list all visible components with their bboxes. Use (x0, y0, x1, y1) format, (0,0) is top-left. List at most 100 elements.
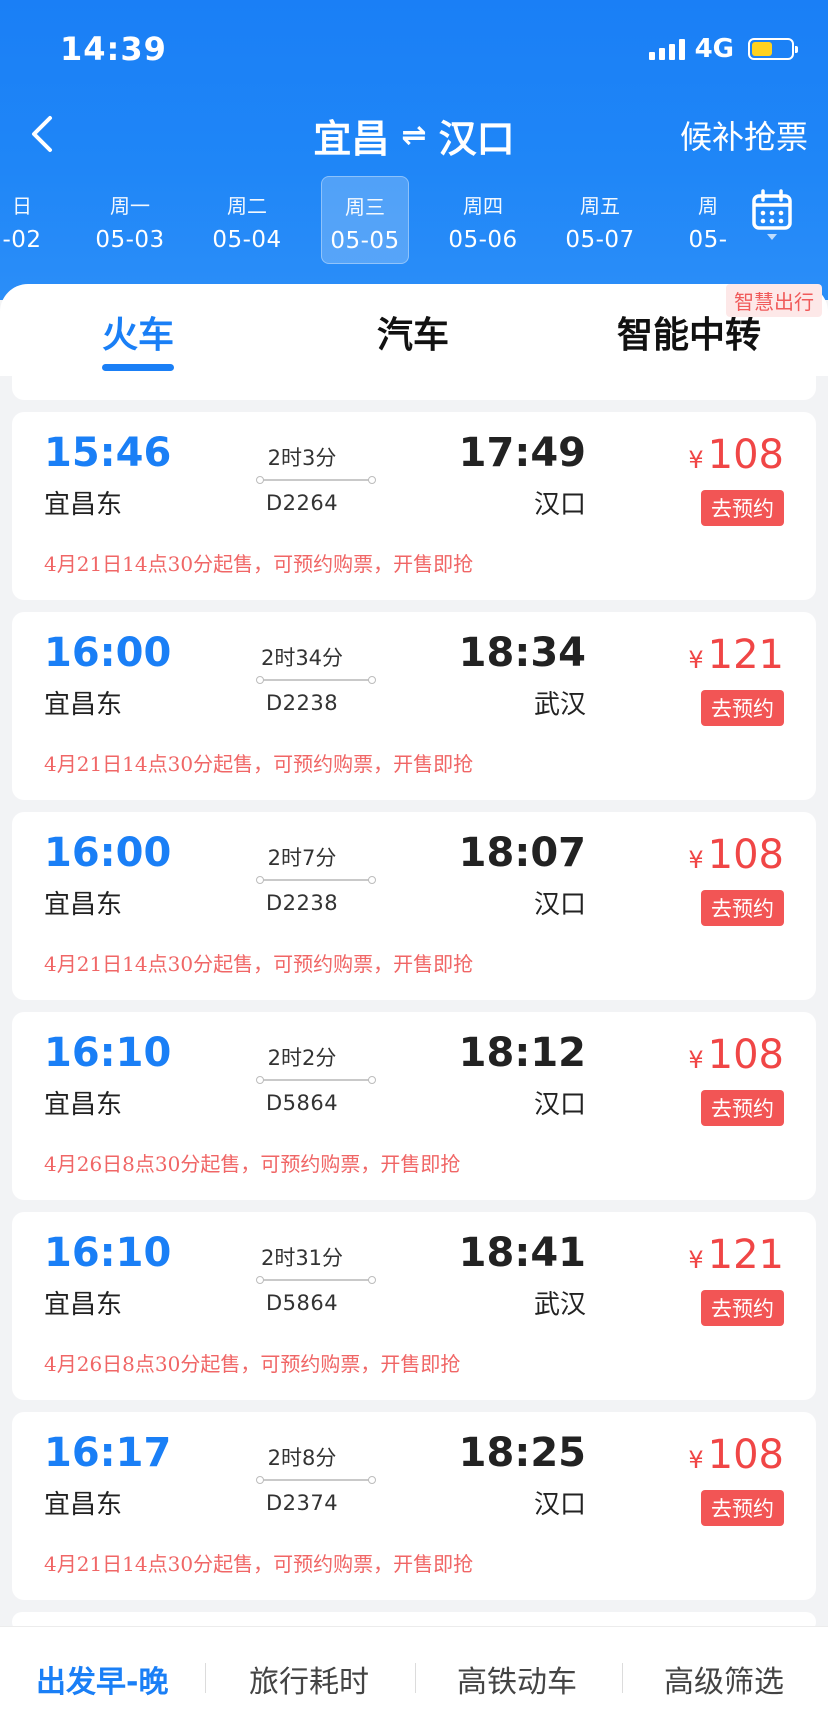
sort-duration-button[interactable]: 旅行耗时 (249, 1657, 369, 1701)
sort-departure-button[interactable]: 出发早-晚 (36, 1657, 168, 1701)
route-line (256, 1476, 376, 1484)
destination-city: 汉口 (438, 117, 515, 161)
train-card[interactable]: 16:10 宜昌东 2时31分 D5864 18:41 武汉 ¥ 121 去预约… (12, 1212, 816, 1400)
reserve-button[interactable]: 去预约 (701, 890, 784, 926)
train-card[interactable]: 16:00 宜昌东 2时7分 D2238 18:07 汉口 ¥ 108 去预约 … (12, 812, 816, 1000)
date-weekday: 周 (698, 194, 718, 218)
date-weekday: 周二 (227, 194, 267, 218)
nav-bar: 宜昌 ⇌ 汉口 候补抢票 (0, 100, 828, 170)
calendar-button[interactable] (750, 188, 794, 244)
arrival-time: 18:41 (458, 1230, 586, 1276)
price-value: 121 (707, 632, 784, 678)
date-value: -02 (2, 227, 42, 253)
travel-duration: 2时2分 (267, 1046, 337, 1070)
departure-time: 16:17 (44, 1430, 172, 1476)
header: 14:39 4G 宜昌 ⇌ 汉口 候补抢票 日 -02 周一 05-03 周二 … (0, 0, 828, 300)
date-item[interactable]: 周一 05-03 (86, 176, 174, 264)
ticket-price: ¥ 121 (688, 632, 784, 678)
date-value: 05-06 (448, 227, 518, 253)
train-number: D5864 (265, 1091, 339, 1115)
currency-symbol: ¥ (688, 646, 704, 674)
date-item[interactable]: 日 -02 (0, 176, 66, 264)
route-line (256, 1076, 376, 1084)
advanced-filter-button[interactable]: 高级筛选 (664, 1657, 784, 1701)
date-item-selected[interactable]: 周三 05-05 (321, 176, 409, 264)
tab-bus[interactable]: 汽车 (377, 306, 449, 358)
travel-duration: 2时34分 (260, 646, 344, 670)
ticket-price: ¥ 108 (688, 832, 784, 878)
price-value: 108 (707, 1032, 784, 1078)
swap-arrows-icon: ⇌ (401, 118, 427, 153)
origin-city: 宜昌 (313, 117, 390, 161)
date-weekday: 日 (12, 194, 32, 218)
departure-time: 16:00 (44, 830, 172, 876)
reserve-button[interactable]: 去预约 (701, 690, 784, 726)
waitlist-button[interactable]: 候补抢票 (680, 112, 808, 158)
date-value: 05-04 (212, 227, 282, 253)
currency-symbol: ¥ (688, 846, 704, 874)
calendar-icon (752, 189, 792, 240)
route-line (256, 876, 376, 884)
sale-notice: 4月21日14点30分起售，可预约购票，开售即抢 (44, 1552, 474, 1576)
network-type: 4G (694, 34, 734, 64)
train-number: D2374 (265, 1491, 339, 1515)
ticket-price: ¥ 108 (688, 1032, 784, 1078)
arrival-time: 18:25 (458, 1430, 586, 1476)
date-item[interactable]: 周五 05-07 (556, 176, 644, 264)
currency-symbol: ¥ (688, 1446, 704, 1474)
price-value: 108 (707, 432, 784, 478)
date-weekday: 周三 (345, 195, 385, 219)
status-indicators: 4G (648, 34, 798, 64)
price-value: 121 (707, 1232, 784, 1278)
date-weekday: 周四 (463, 194, 503, 218)
sale-notice: 4月21日14点30分起售，可预约购票，开售即抢 (44, 952, 474, 976)
route-line (256, 476, 376, 484)
high-speed-filter-button[interactable]: 高铁动车 (457, 1657, 577, 1701)
price-value: 108 (707, 832, 784, 878)
divider (415, 1663, 416, 1693)
sale-notice: 4月21日14点30分起售，可预约购票，开售即抢 (44, 752, 474, 776)
divider (205, 1663, 206, 1693)
arrival-time: 18:12 (458, 1030, 586, 1076)
signal-icon (648, 38, 685, 60)
train-card[interactable]: 16:00 宜昌东 2时34分 D2238 18:34 武汉 ¥ 121 去预约… (12, 612, 816, 800)
date-value: 05-03 (95, 227, 165, 253)
ticket-price: ¥ 108 (688, 432, 784, 478)
train-card[interactable]: 16:10 宜昌东 2时2分 D5864 18:12 汉口 ¥ 108 去预约 … (12, 1012, 816, 1200)
date-value: 05-07 (565, 227, 635, 253)
departure-time: 15:46 (44, 430, 172, 476)
travel-duration: 2时3分 (267, 446, 337, 470)
travel-duration: 2时8分 (267, 1446, 337, 1470)
date-item[interactable]: 周 05- (663, 176, 753, 264)
transport-tabs: 火车 汽车 智能中转 智慧出行 (0, 284, 828, 376)
reserve-button[interactable]: 去预约 (701, 490, 784, 526)
list-item-partial (12, 376, 816, 400)
sale-notice: 4月21日14点30分起售，可预约购票，开售即抢 (44, 552, 474, 576)
currency-symbol: ¥ (688, 446, 704, 474)
date-item[interactable]: 周四 05-06 (439, 176, 527, 264)
train-card[interactable]: 15:46 宜昌东 2时3分 D2264 17:49 汉口 ¥ 108 去预约 … (12, 412, 816, 600)
departure-station: 宜昌东 (44, 490, 123, 520)
arrival-station: 汉口 (533, 1490, 586, 1520)
reserve-button[interactable]: 去预约 (701, 1090, 784, 1126)
travel-duration: 2时7分 (267, 846, 337, 870)
departure-station: 宜昌东 (44, 690, 123, 720)
tab-train[interactable]: 火车 (102, 306, 174, 358)
date-weekday: 周一 (110, 194, 150, 218)
train-card[interactable]: 16:17 宜昌东 2时8分 D2374 18:25 汉口 ¥ 108 去预约 … (12, 1412, 816, 1600)
departure-station: 宜昌东 (44, 1490, 123, 1520)
arrival-station: 汉口 (533, 890, 586, 920)
departure-time: 16:00 (44, 630, 172, 676)
reserve-button[interactable]: 去预约 (701, 1290, 784, 1326)
arrival-time: 18:34 (458, 630, 586, 676)
arrival-station: 汉口 (533, 490, 586, 520)
train-number: D2238 (265, 891, 339, 915)
departure-station: 宜昌东 (44, 1290, 123, 1320)
ticket-price: ¥ 121 (688, 1232, 784, 1278)
arrival-time: 18:07 (458, 830, 586, 876)
departure-station: 宜昌东 (44, 1090, 123, 1120)
list-item-partial (12, 1612, 816, 1626)
reserve-button[interactable]: 去预约 (701, 1490, 784, 1526)
battery-icon (748, 38, 798, 60)
date-item[interactable]: 周二 05-04 (203, 176, 291, 264)
